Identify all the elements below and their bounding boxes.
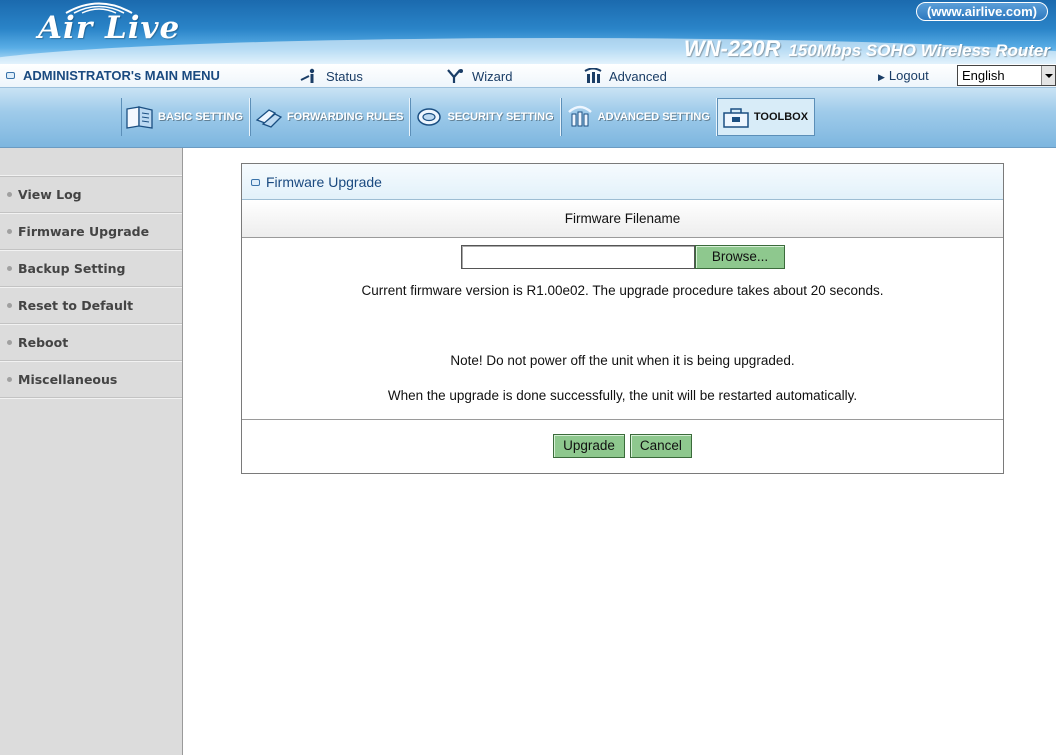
firmware-version-text: Current firmware version is R1.00e02. Th… [361,283,884,298]
menu-advanced[interactable]: Advanced [583,68,667,84]
upgrade-button[interactable]: Upgrade [553,434,625,458]
chevron-down-icon[interactable] [1041,66,1055,85]
arrows-icon [255,109,283,128]
wizard-icon [447,69,463,83]
bullet-icon [7,303,12,308]
firmware-file-input[interactable] [461,245,695,269]
file-picker: Browse... [461,245,785,269]
sidebar-item-reset-to-default[interactable]: Reset to Default [0,287,182,324]
sidebar-item-label: Firmware Upgrade [18,224,150,239]
language-value: English [962,68,1005,83]
airlive-logo[interactable]: Air Live [38,10,180,46]
panel-title-bar: Firmware Upgrade [242,164,1003,200]
language-select[interactable]: English [957,65,1056,86]
menu-status[interactable]: Status [300,68,363,84]
tab-basic-setting[interactable]: BASIC SETTING [121,98,250,136]
firmware-upgrade-panel: Firmware Upgrade Firmware Filename Brows… [241,163,1004,474]
book-icon [126,106,153,129]
square-bullet-icon [6,72,15,79]
tab-toolbox-label: TOOLBOX [753,111,809,123]
status-icon [300,68,315,83]
site-url[interactable]: (www.airlive.com) [915,2,1048,21]
triangle-right-icon: ▶ [878,72,885,82]
browse-button[interactable]: Browse... [695,245,785,269]
menu-status-label: Status [326,69,363,84]
menu-wizard[interactable]: Wizard [446,68,512,84]
header-banner: Air Live (www.airlive.com) WN-220R 150Mbp… [0,0,1056,64]
tab-bar: BASIC SETTING FORWARDING RULES SECURITY … [0,88,1056,148]
panel-title: Firmware Upgrade [266,174,382,190]
firmware-filename-header: Firmware Filename [242,200,1003,238]
bullet-icon [7,340,12,345]
tab-advanced-setting-label: ADVANCED SETTING [597,111,710,123]
bullet-icon [7,192,12,197]
logout-label: Logout [888,68,929,83]
tab-basic-setting-label: BASIC SETTING [158,111,243,123]
sidebar-item-label: Reboot [18,335,69,350]
bullet-icon [7,266,12,271]
sidebar-item-firmware-upgrade[interactable]: Firmware Upgrade [0,213,182,250]
sidebar-item-view-log[interactable]: View Log [0,176,182,213]
bullet-icon [7,377,12,382]
sidebar-item-label: Backup Setting [18,261,126,276]
menu-wizard-label: Wizard [472,69,513,84]
bullet-icon [7,229,12,234]
admin-main-menu[interactable]: ADMINISTRATOR's MAIN MENU [6,68,220,83]
tab-forwarding-rules-label: FORWARDING RULES [286,111,404,123]
sidebar-item-label: View Log [18,187,82,202]
model-name: WN-220R [683,36,781,61]
sidebar-item-reboot[interactable]: Reboot [0,324,182,361]
tab-list: BASIC SETTING FORWARDING RULES SECURITY … [121,98,816,136]
restart-note: When the upgrade is done successfully, t… [387,388,858,403]
gear-icon [567,105,592,127]
sidebar-item-miscellaneous[interactable]: Miscellaneous [0,361,182,398]
menu-advanced-label: Advanced [609,69,667,84]
panel-body: Browse... Current firmware version is R1… [242,238,1003,420]
tab-security-setting[interactable]: SECURITY SETTING [410,98,561,136]
square-bullet-icon [251,179,260,186]
shield-icon [417,108,442,126]
sidebar: View Log Firmware Upgrade Backup Setting… [0,148,183,755]
sidebar-item-label: Miscellaneous [18,372,118,387]
product-model: WN-220R 150Mbps SOHO Wireless Router [684,36,1050,62]
product-name: 150Mbps SOHO Wireless Router [788,41,1050,60]
tab-toolbox[interactable]: TOOLBOX [716,98,816,136]
logout-link[interactable]: ▶ Logout [878,68,929,83]
tab-security-setting-label: SECURITY SETTING [447,111,554,123]
toolbox-icon [723,108,749,128]
tab-forwarding-rules[interactable]: FORWARDING RULES [249,98,411,136]
power-off-note: Note! Do not power off the unit when it … [450,353,795,368]
sidebar-item-label: Reset to Default [18,298,134,313]
cancel-button[interactable]: Cancel [629,434,692,458]
sidebar-item-backup-setting[interactable]: Backup Setting [0,250,182,287]
main-menu-bar: ADMINISTRATOR's MAIN MENU Status Wizard … [0,64,1056,88]
tab-advanced-setting[interactable]: ADVANCED SETTING [560,98,717,136]
panel-actions: Upgrade Cancel [242,420,1003,472]
advanced-icon [584,68,602,83]
admin-menu-label: ADMINISTRATOR's MAIN MENU [23,68,220,83]
sidebar-top-strip [0,148,182,176]
